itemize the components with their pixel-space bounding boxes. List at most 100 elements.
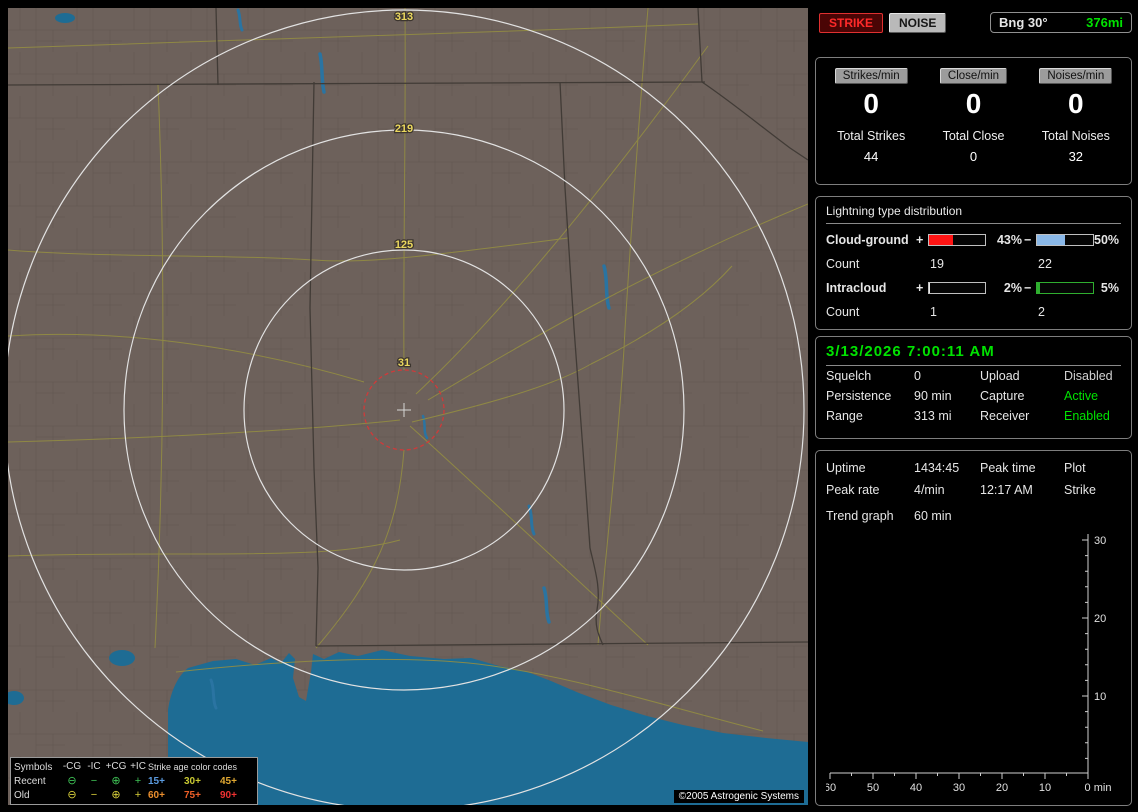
age-45: 45+ — [220, 775, 237, 787]
range-label-125: 125 — [395, 239, 413, 251]
bearing-label: Bng 30° — [999, 15, 1048, 30]
strikes-column: Strikes/min 0 Total Strikes 44 — [820, 66, 922, 176]
total-noises-value: 32 — [1068, 148, 1084, 164]
old-ic-minus-icon: − — [90, 789, 98, 801]
ic-plus-pct: 2% — [1003, 281, 1022, 295]
old-cg-plus-icon: ⊕ — [111, 789, 121, 801]
ic-plus-bar-fill — [929, 283, 931, 293]
chart-axes — [830, 534, 1089, 774]
x-tick-10: 10 — [1039, 782, 1051, 794]
x-tick-30: 30 — [953, 782, 965, 794]
noises-per-min-chip[interactable]: Noises/min — [1039, 68, 1113, 84]
trend-graph-row: Trend graph 60 min — [826, 506, 1121, 526]
legend-recent-label: Recent — [14, 775, 46, 787]
legend-col-cg-plus: +CG — [105, 761, 127, 772]
status-row-1: Squelch 0 Upload Disabled — [826, 366, 1121, 386]
x-tick-60: 60 — [826, 782, 836, 794]
strikes-per-min-value: 0 — [863, 88, 879, 119]
close-column: Close/min 0 Total Close 0 — [922, 66, 1024, 176]
trend-row-2: Peak rate 4/min 12:17 AM Strike — [826, 479, 1121, 501]
recent-cg-minus-icon: ⊖ — [67, 775, 77, 787]
receiver-value: Enabled — [1064, 409, 1110, 423]
cg-minus-bar — [1036, 234, 1094, 246]
cg-plus-bar-fill — [929, 235, 954, 245]
x-tick-50: 50 — [867, 782, 879, 794]
status-row-3: Range 313 mi Receiver Enabled — [826, 406, 1121, 426]
legend-col-cg-minus: -CG — [62, 761, 82, 772]
status-panel: 3/13/2026 7:00:11 AM Squelch 0 Upload Di… — [815, 336, 1132, 439]
legend-age-header: Strike age color codes — [148, 762, 238, 772]
y-tick-20: 20 — [1094, 613, 1106, 625]
peak-rate-label: Peak rate — [826, 483, 880, 497]
capture-label: Capture — [980, 389, 1025, 403]
rates-panel: Strikes/min 0 Total Strikes 44 Close/min… — [815, 57, 1132, 185]
ic-minus-bar — [1036, 282, 1094, 294]
strikes-per-min-chip[interactable]: Strikes/min — [834, 68, 908, 84]
recent-ic-minus-icon: − — [90, 775, 98, 787]
trend-graph-chart: 30 20 10 60 50 40 30 20 10 0 min — [824, 534, 1112, 794]
ic-count-plus: 1 — [930, 305, 937, 319]
squelch-label: Squelch — [826, 369, 872, 383]
trend-graph-window: 60 min — [914, 509, 952, 523]
range-label-313: 313 — [395, 11, 413, 23]
cg-plus-sign: + — [916, 233, 924, 247]
copyright-text: ©2005 Astrogenic Systems — [673, 790, 804, 803]
cg-minus-bar-fill — [1037, 235, 1065, 245]
uptime-label: Uptime — [826, 461, 866, 475]
recent-ic-plus-icon: + — [134, 775, 142, 787]
plot-label: Plot — [1064, 461, 1086, 475]
datetime-display: 3/13/2026 7:00:11 AM — [826, 343, 1121, 366]
upload-label: Upload — [980, 369, 1020, 383]
cg-count-plus: 19 — [930, 257, 944, 271]
bearing-readout[interactable]: Bng 30° 376mi — [990, 12, 1132, 33]
peak-time-label: Peak time — [980, 461, 1036, 475]
age-90: 90+ — [220, 789, 237, 801]
range-label-219: 219 — [395, 123, 413, 135]
persistence-value: 90 min — [914, 389, 952, 403]
age-30: 30+ — [184, 775, 201, 787]
y-tick-10: 10 — [1094, 691, 1106, 703]
old-ic-plus-icon: + — [134, 789, 142, 801]
cg-count-minus: 22 — [1038, 257, 1052, 271]
total-noises-label: Total Noises — [1041, 128, 1110, 143]
distribution-panel: Lightning type distribution Cloud-ground… — [815, 196, 1132, 330]
strike-mode-button[interactable]: STRIKE — [819, 12, 884, 33]
trend-graph-label: Trend graph — [826, 509, 894, 523]
close-per-min-chip[interactable]: Close/min — [939, 68, 1008, 84]
uptime-value: 1434:45 — [914, 461, 960, 475]
age-60: 60+ — [148, 789, 165, 801]
intracloud-label: Intracloud — [826, 281, 887, 295]
cg-plus-bar — [928, 234, 986, 246]
legend-header-row: Symbols -CG -IC +CG +IC Strike age color… — [14, 760, 254, 774]
x-tick-0: 0 min — [1085, 782, 1112, 794]
recent-cg-plus-icon: ⊕ — [111, 775, 121, 787]
legend-recent-row: Recent ⊖ − ⊕ + 15+ 30+ 45+ — [14, 774, 254, 788]
cg-count-label: Count — [826, 257, 860, 271]
upload-value: Disabled — [1064, 369, 1113, 383]
noise-mode-button[interactable]: NOISE — [889, 12, 947, 33]
ic-count-minus: 2 — [1038, 305, 1045, 319]
total-close-label: Total Close — [942, 128, 1005, 143]
ic-minus-sign: − — [1024, 281, 1032, 295]
peak-time-value: 12:17 AM — [980, 483, 1033, 497]
age-15: 15+ — [148, 775, 165, 787]
cg-plus-pct: 43% — [996, 233, 1022, 247]
y-tick-30: 30 — [1094, 535, 1106, 547]
total-close-value: 0 — [969, 148, 978, 164]
legend-old-label: Old — [14, 789, 30, 801]
distribution-title: Lightning type distribution — [826, 204, 1121, 224]
ic-plus-bar — [928, 282, 986, 294]
radar-map: 313 219 125 31 ©2005 Astrogenic Systems — [8, 8, 808, 805]
total-strikes-label: Total Strikes — [837, 128, 906, 143]
receiver-label: Receiver — [980, 409, 1030, 423]
map-legend: Symbols -CG -IC +CG +IC Strike age color… — [10, 757, 258, 805]
old-cg-minus-icon: ⊖ — [67, 789, 77, 801]
map-canvas: 313 219 125 31 — [8, 8, 808, 805]
legend-col-ic-plus: +IC — [130, 761, 146, 772]
total-strikes-value: 44 — [863, 148, 879, 164]
noises-per-min-value: 0 — [1068, 88, 1084, 119]
x-tick-40: 40 — [910, 782, 922, 794]
persistence-label: Persistence — [826, 389, 892, 403]
range-label: Range — [826, 409, 863, 423]
x-tick-20: 20 — [996, 782, 1008, 794]
